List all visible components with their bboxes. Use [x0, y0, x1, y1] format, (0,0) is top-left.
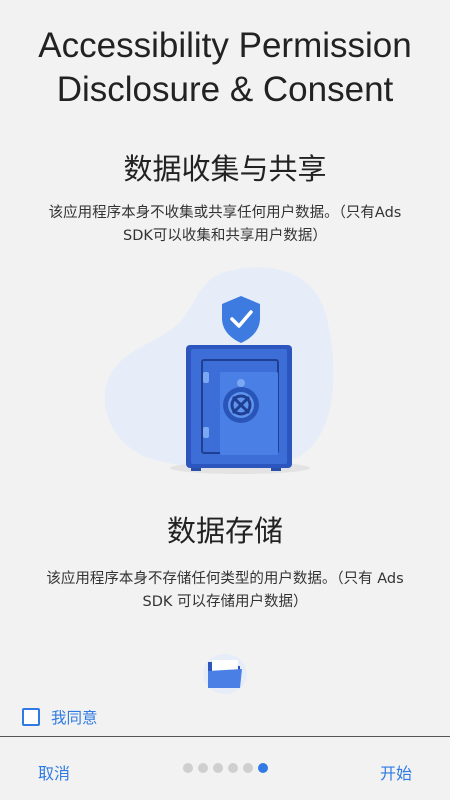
agree-checkbox-row[interactable]: 我同意	[22, 706, 98, 728]
page-title-line-1: Accessibility Permission	[38, 26, 412, 65]
footer-divider	[0, 736, 450, 737]
page-dot	[228, 763, 238, 773]
page-title: Accessibility Permission Disclosure & Co…	[0, 24, 450, 112]
page-dot	[183, 763, 193, 773]
section-text-data-storage: 该应用程序本身不存储任何类型的用户数据。（只有 Ads SDK 可以存储用户数据…	[46, 571, 404, 610]
agree-checkbox[interactable]	[22, 708, 40, 726]
start-button[interactable]: 开始	[380, 760, 412, 784]
page-indicator	[183, 763, 273, 773]
folder-icon	[203, 654, 247, 694]
page-title-line-2: Disclosure & Consent	[56, 70, 394, 109]
section-heading-data-storage: 数据存储	[166, 514, 283, 548]
agree-label: 我同意	[51, 709, 98, 727]
page-dot	[198, 763, 208, 773]
safe-icon	[186, 345, 292, 471]
safe-illustration	[104, 267, 334, 474]
section-heading-data-collection: 数据收集与共享	[123, 152, 327, 186]
section-text-data-collection: 该应用程序本身不收集或共享任何用户数据。（只有Ads SDK可以收集和共享用户数…	[48, 205, 402, 244]
cancel-button[interactable]: 取消	[38, 760, 70, 784]
page-dot	[243, 763, 253, 773]
page-dot-active	[258, 763, 268, 773]
page-dot	[213, 763, 223, 773]
